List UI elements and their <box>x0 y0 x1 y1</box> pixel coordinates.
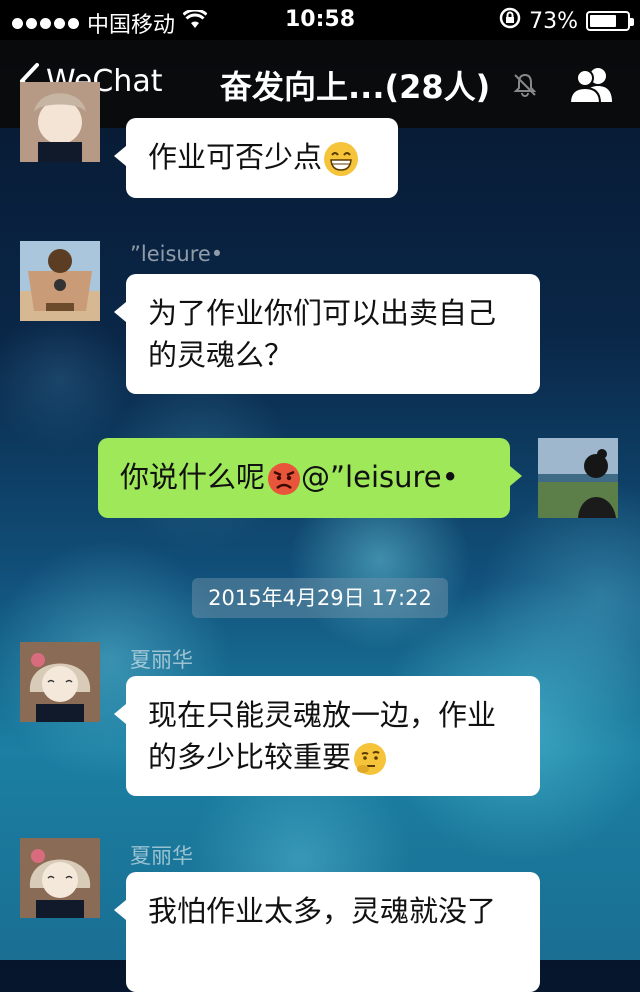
sender-avatar[interactable] <box>20 82 100 162</box>
battery-icon <box>586 11 634 31</box>
people-icon <box>568 68 612 104</box>
mention-text[interactable]: @”leisure• <box>301 460 459 494</box>
battery-fill <box>590 15 616 27</box>
sender-avatar[interactable] <box>20 642 100 722</box>
mute-icon <box>512 72 538 102</box>
status-right: 73% <box>499 7 634 35</box>
message-bubble[interactable]: 我怕作业太多，灵魂就没了 <box>114 872 540 992</box>
message-bubble[interactable]: 作业可否少点 <box>114 118 398 198</box>
angry-face-icon <box>267 462 301 496</box>
grinning-face-icon <box>324 142 359 176</box>
timestamp-label: 2015年4月29日 17:22 <box>192 578 448 618</box>
chat-title: 奋发向上...(28人) <box>220 68 491 106</box>
sender-name: 夏丽华 <box>130 844 193 868</box>
status-bar: 中国移动 10:58 73% <box>0 0 640 40</box>
message-bubble[interactable]: 为了作业你们可以出卖自己的灵魂么？ <box>114 274 540 394</box>
thinking-face-icon <box>353 742 387 776</box>
group-members-button[interactable] <box>568 64 614 108</box>
rotation-lock-icon <box>499 7 521 35</box>
message-bubble[interactable]: 现在只能灵魂放一边，作业的多少比较重要 <box>114 676 540 796</box>
sender-avatar[interactable] <box>20 838 100 918</box>
message-text: 你说什么呢 <box>120 460 266 494</box>
sender-name: 夏丽华 <box>130 648 193 672</box>
sender-avatar[interactable] <box>20 241 100 321</box>
my-avatar[interactable] <box>538 438 618 518</box>
outgoing-message-bubble[interactable]: 你说什么呢 @”leisure• <box>98 438 522 518</box>
message-text: 我怕作业太多，灵魂就没了 <box>148 894 497 928</box>
message-text: 作业可否少点 <box>148 140 323 174</box>
sender-name: ”leisure• <box>130 242 224 266</box>
message-text: 为了作业你们可以出卖自己的灵魂么？ <box>148 296 497 372</box>
battery-percent: 73% <box>529 8 578 34</box>
message-text: 现在只能灵魂放一边，作业的多少比较重要 <box>148 698 497 774</box>
